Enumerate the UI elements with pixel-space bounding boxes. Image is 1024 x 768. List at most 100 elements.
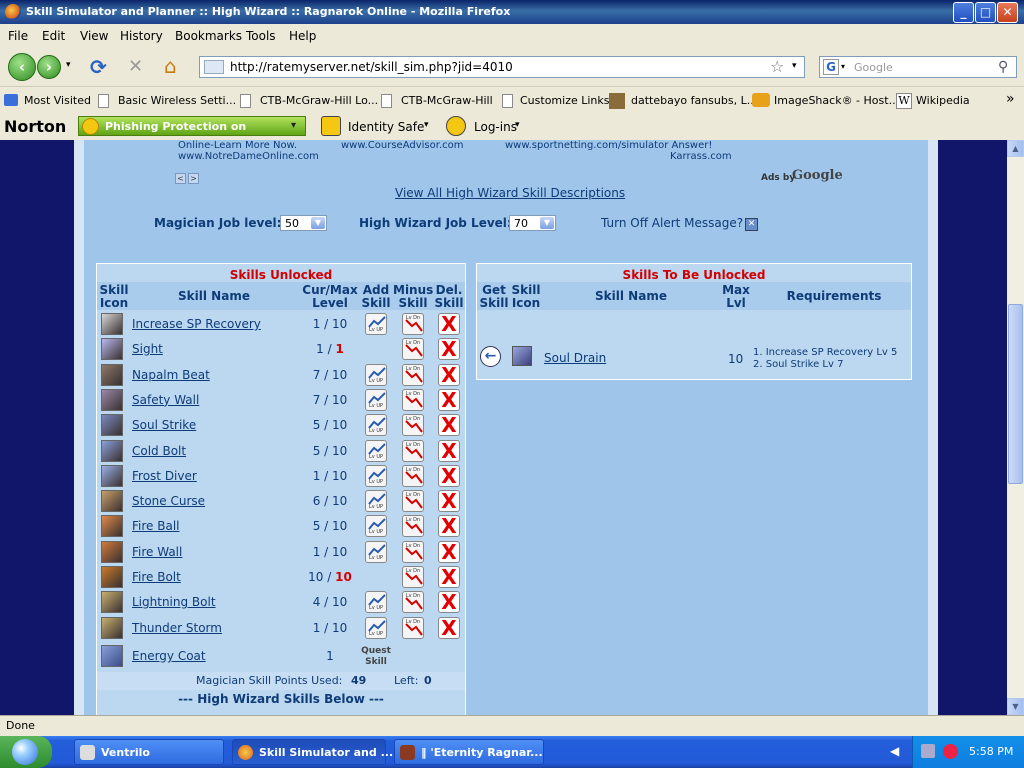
menu-file[interactable]: File bbox=[8, 29, 28, 43]
logins-dropdown-icon[interactable]: ▾ bbox=[515, 120, 520, 130]
bookmark-dattebayo[interactable]: dattebayo fansubs, L... bbox=[631, 94, 757, 107]
url-dropdown-icon[interactable]: ▾ bbox=[792, 61, 797, 71]
skill-name-link[interactable]: Fire Bolt bbox=[132, 570, 181, 584]
level-down-button[interactable]: Lv Dn bbox=[402, 363, 424, 386]
level-down-button[interactable]: Lv Dn bbox=[402, 388, 424, 411]
level-down-button[interactable]: Lv Dn bbox=[402, 566, 424, 588]
scroll-up-arrow-icon[interactable]: ▲ bbox=[1007, 140, 1024, 157]
ad-link[interactable]: Karrass.com bbox=[670, 151, 732, 162]
level-up-button[interactable]: Lv UP bbox=[365, 313, 387, 335]
skill-name-link[interactable]: Increase SP Recovery bbox=[132, 317, 261, 331]
ad-link[interactable]: www.NotreDameOnline.com bbox=[178, 151, 319, 162]
bookmark-wikipedia[interactable]: Wikipedia bbox=[916, 94, 970, 107]
skill-name-link[interactable]: Safety Wall bbox=[132, 393, 199, 407]
level-down-button[interactable]: Lv Dn bbox=[402, 313, 424, 335]
dropdown-arrow-icon[interactable]: ▾ bbox=[291, 120, 296, 131]
skill-name-link[interactable]: Napalm Beat bbox=[132, 368, 210, 382]
menu-tools[interactable]: Tools bbox=[246, 29, 276, 43]
chevron-down-icon[interactable]: ▼ bbox=[311, 217, 325, 229]
back-button[interactable]: ‹ bbox=[8, 53, 36, 81]
forward-button[interactable]: › bbox=[37, 55, 61, 79]
identity-safe-icon[interactable] bbox=[321, 116, 341, 136]
skill-name-link[interactable]: Thunder Storm bbox=[132, 621, 222, 635]
menu-help[interactable]: Help bbox=[289, 29, 316, 43]
identity-dropdown-icon[interactable]: ▾ bbox=[424, 120, 429, 130]
task-ventrilo[interactable]: Ventrilo bbox=[74, 739, 224, 765]
delete-skill-button[interactable]: X bbox=[438, 591, 460, 614]
history-dropdown-icon[interactable]: ▾ bbox=[66, 60, 71, 70]
level-up-button[interactable]: Lv UP bbox=[365, 515, 387, 538]
bookmark-customize-links[interactable]: Customize Links bbox=[520, 94, 610, 107]
bookmark-star-icon[interactable]: ☆ bbox=[770, 57, 784, 76]
ad-text[interactable]: Online-Learn More Now. bbox=[178, 140, 297, 151]
level-down-button[interactable]: Lv Dn bbox=[402, 490, 424, 513]
level-up-button[interactable]: Lv UP bbox=[365, 414, 387, 437]
get-skill-arrow-icon[interactable]: ← bbox=[480, 346, 501, 367]
google-engine-icon[interactable]: G bbox=[823, 59, 839, 75]
ad-next-button[interactable]: > bbox=[188, 173, 199, 184]
scroll-down-arrow-icon[interactable]: ▼ bbox=[1007, 698, 1024, 715]
vertical-scrollbar[interactable]: ▲ ▼ bbox=[1007, 140, 1024, 715]
menu-bookmarks[interactable]: Bookmarks bbox=[175, 29, 242, 43]
skill-name-link[interactable]: Lightning Bolt bbox=[132, 595, 216, 609]
skill-name-link[interactable]: Stone Curse bbox=[132, 494, 205, 508]
skill-name-link[interactable]: Soul Strike bbox=[132, 418, 196, 432]
level-up-button[interactable]: Lv UP bbox=[365, 439, 387, 462]
search-bar[interactable]: G ▾ Google ⚲ bbox=[819, 56, 1017, 78]
search-placeholder[interactable]: Google bbox=[854, 61, 893, 74]
menu-view[interactable]: View bbox=[80, 29, 108, 43]
level-down-button[interactable]: Lv Dn bbox=[402, 439, 424, 462]
identity-safe-label[interactable]: Identity Safe bbox=[348, 120, 424, 134]
ad-text[interactable]: www.sportnetting.com/simulator Answer! bbox=[505, 140, 712, 151]
level-down-button[interactable]: Lv Dn bbox=[402, 591, 424, 614]
delete-skill-button[interactable]: X bbox=[438, 540, 460, 563]
delete-skill-button[interactable]: X bbox=[438, 439, 460, 462]
network-icon[interactable] bbox=[921, 744, 935, 758]
alert-toggle-button[interactable]: ✕ bbox=[745, 218, 758, 231]
level-down-button[interactable]: Lv Dn bbox=[402, 540, 424, 563]
delete-skill-button[interactable]: X bbox=[438, 616, 460, 639]
level-down-button[interactable]: Lv Dn bbox=[402, 515, 424, 538]
logins-icon[interactable] bbox=[446, 116, 466, 136]
start-button[interactable] bbox=[0, 736, 52, 768]
bookmark-basic-wireless[interactable]: Basic Wireless Setti... bbox=[118, 94, 236, 107]
bookmark-ctb-mcgraw-hill[interactable]: CTB-McGraw-Hill bbox=[401, 94, 493, 107]
delete-skill-button[interactable]: X bbox=[438, 515, 460, 538]
stop-icon[interactable]: ✕ bbox=[128, 56, 143, 77]
level-up-button[interactable]: Lv UP bbox=[365, 464, 387, 487]
tray-collapse-icon[interactable]: ◀ bbox=[890, 744, 899, 758]
skill-name-link[interactable]: Fire Ball bbox=[132, 519, 179, 533]
minimize-button[interactable]: _ bbox=[953, 2, 974, 23]
delete-skill-button[interactable]: X bbox=[438, 363, 460, 386]
ads-by-label[interactable]: Ads by bbox=[761, 173, 795, 183]
url-bar[interactable]: http://ratemyserver.net/skill_sim.php?ji… bbox=[199, 56, 805, 78]
level-up-button[interactable]: Lv UP bbox=[365, 591, 387, 614]
magnifier-icon[interactable]: ⚲ bbox=[998, 59, 1008, 75]
skill-name-link[interactable]: Fire Wall bbox=[132, 545, 182, 559]
bookmark-imageshack[interactable]: ImageShack® - Host... bbox=[774, 94, 899, 107]
view-descriptions-link[interactable]: View All High Wizard Skill Descriptions bbox=[395, 186, 625, 200]
skill-name-link[interactable]: Energy Coat bbox=[132, 649, 206, 663]
scroll-thumb[interactable] bbox=[1008, 304, 1023, 484]
task-firefox[interactable]: Skill Simulator and ... bbox=[232, 739, 393, 765]
level-up-button[interactable]: Lv UP bbox=[365, 363, 387, 386]
bookmark-ctb-mcgraw-hill-lo[interactable]: CTB-McGraw-Hill Lo... bbox=[260, 94, 378, 107]
delete-skill-button[interactable]: X bbox=[438, 338, 460, 361]
delete-skill-button[interactable]: X bbox=[438, 566, 460, 588]
norton-tray-icon[interactable] bbox=[943, 744, 958, 759]
level-down-button[interactable]: Lv Dn bbox=[402, 414, 424, 437]
chevron-down-icon[interactable]: ▼ bbox=[540, 217, 554, 229]
reload-icon[interactable]: ⟳ bbox=[90, 55, 107, 79]
bookmark-most-visited[interactable]: Most Visited bbox=[24, 94, 91, 107]
more-bookmarks-chevron-icon[interactable]: » bbox=[1006, 91, 1015, 107]
delete-skill-button[interactable]: X bbox=[438, 414, 460, 437]
skill-name-link[interactable]: Soul Drain bbox=[544, 351, 606, 365]
magician-job-select[interactable]: 50 ▼ bbox=[280, 215, 327, 231]
level-up-button[interactable]: Lv UP bbox=[365, 616, 387, 639]
maximize-button[interactable]: □ bbox=[975, 2, 996, 23]
home-icon[interactable]: ⌂ bbox=[164, 54, 177, 78]
level-up-button[interactable]: Lv UP bbox=[365, 490, 387, 513]
skill-name-link[interactable]: Cold Bolt bbox=[132, 444, 186, 458]
menu-edit[interactable]: Edit bbox=[42, 29, 65, 43]
task-eternity[interactable]: ‖ 'Eternity Ragnar... bbox=[394, 739, 544, 765]
